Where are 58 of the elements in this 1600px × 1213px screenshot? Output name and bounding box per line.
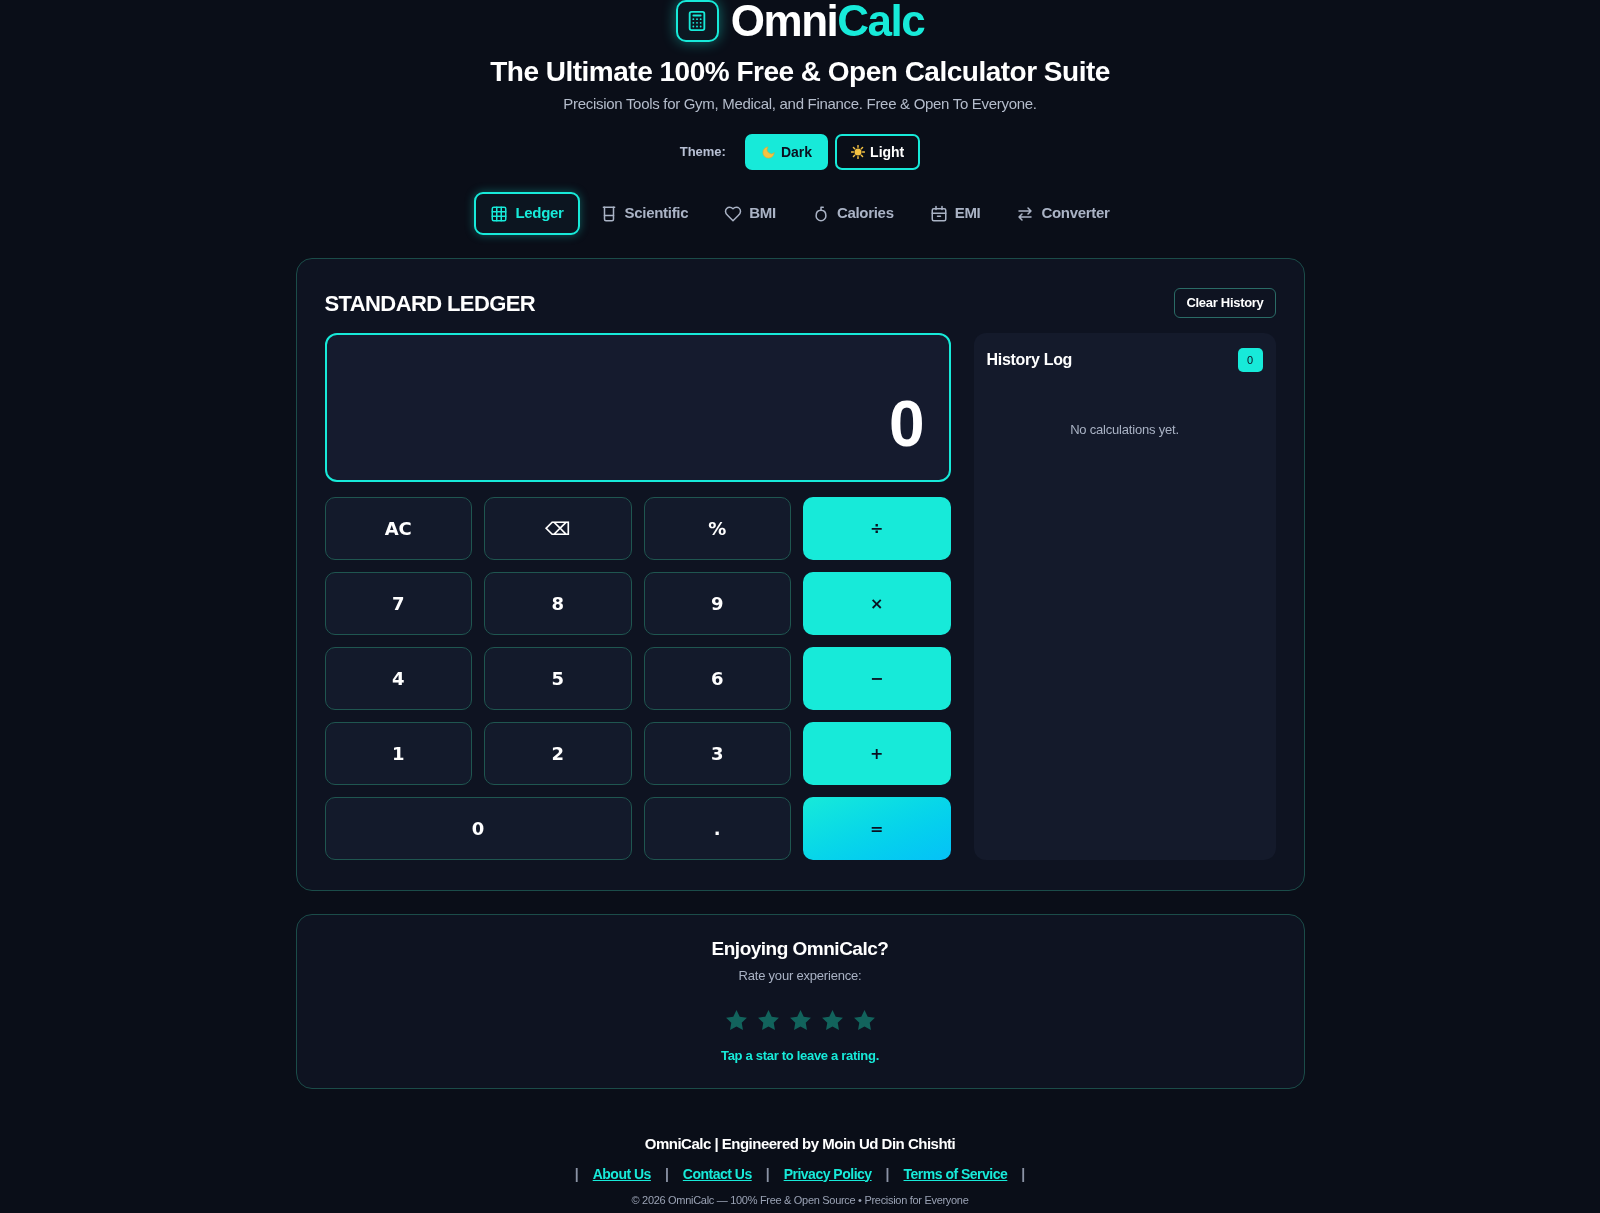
tab[interactable]: Scientific bbox=[583, 192, 705, 235]
copyright-text: © 2026 OmniCalc — 100% Free & Open Source • Precision for Everyone bbox=[631, 1193, 969, 1208]
digit-key[interactable]: 6 bbox=[643, 647, 791, 710]
decimal-key[interactable]: . bbox=[643, 797, 791, 860]
heart-icon bbox=[724, 204, 743, 223]
digit-key[interactable]: 0 bbox=[324, 797, 632, 860]
empty-history-text: No calculations yet. bbox=[1069, 421, 1180, 439]
page-subtitle: Precision Tools for Gym, Medical, and Finance. Free & Open To Everyone. bbox=[563, 94, 1037, 114]
clear-history-button[interactable]: Clear History bbox=[1174, 288, 1276, 318]
calendar-icon bbox=[929, 204, 948, 223]
theme-button[interactable]: Light bbox=[835, 134, 921, 170]
function-key[interactable]: % bbox=[643, 497, 791, 560]
tab[interactable]: Converter bbox=[1000, 192, 1126, 235]
footer-link[interactable]: Terms of Service bbox=[903, 1163, 1008, 1185]
rating-title: Enjoying OmniCalc? bbox=[711, 937, 889, 961]
theme-label: Theme: bbox=[679, 143, 726, 162]
function-key[interactable]: AC bbox=[324, 497, 472, 560]
history-count-badge: 0 bbox=[1237, 348, 1263, 372]
sun-icon bbox=[851, 145, 866, 159]
operator-key[interactable]: − bbox=[803, 647, 951, 710]
swap-arrows-icon bbox=[1016, 204, 1035, 223]
function-key[interactable]: ⌫ bbox=[484, 497, 632, 560]
digit-key[interactable]: 4 bbox=[324, 647, 472, 710]
page-title: The Ultimate 100% Free & Open Calculator Suite bbox=[490, 56, 1110, 88]
tab[interactable]: BMI bbox=[708, 192, 792, 235]
link-separator: | bbox=[765, 1164, 770, 1184]
logo-text: OmniCalc bbox=[730, 0, 925, 42]
digit-key[interactable]: 3 bbox=[643, 722, 791, 785]
tab[interactable]: EMI bbox=[913, 192, 997, 235]
digit-key[interactable]: 5 bbox=[484, 647, 632, 710]
digit-key[interactable]: 7 bbox=[324, 572, 472, 635]
footer-link[interactable]: Privacy Policy bbox=[783, 1163, 872, 1185]
link-separator: | bbox=[664, 1164, 669, 1184]
calculator-icon bbox=[675, 0, 719, 42]
footer-link[interactable]: Contact Us bbox=[682, 1163, 752, 1185]
operator-key[interactable]: × bbox=[803, 572, 951, 635]
grid-icon bbox=[490, 204, 509, 223]
moon-icon bbox=[760, 144, 776, 160]
tab[interactable]: Calories bbox=[795, 192, 910, 235]
section-title: STANDARD LEDGER bbox=[324, 289, 536, 318]
rating-prompt: Rate your experience: bbox=[738, 967, 862, 985]
link-separator: | bbox=[885, 1164, 890, 1184]
display-value: 0 bbox=[888, 392, 925, 456]
operator-key[interactable]: ÷ bbox=[803, 497, 951, 560]
footer-credit: OmniCalc | Engineered by Moin Ud Din Chishti bbox=[644, 1134, 956, 1154]
digit-key[interactable]: 2 bbox=[484, 722, 632, 785]
operator-key[interactable]: + bbox=[803, 722, 951, 785]
link-separator: | bbox=[1021, 1164, 1026, 1184]
theme-button[interactable]: Dark bbox=[744, 134, 829, 170]
equals-key[interactable]: = bbox=[803, 797, 951, 860]
rating-hint: Tap a star to leave a rating. bbox=[721, 1047, 879, 1065]
digit-key[interactable]: 8 bbox=[484, 572, 632, 635]
digit-key[interactable]: 9 bbox=[643, 572, 791, 635]
link-separator: | bbox=[574, 1164, 579, 1184]
tab[interactable]: Ledger bbox=[474, 192, 580, 235]
footer-link[interactable]: About Us bbox=[592, 1163, 651, 1185]
history-title: History Log bbox=[986, 350, 1073, 370]
digit-key[interactable]: 1 bbox=[324, 722, 472, 785]
